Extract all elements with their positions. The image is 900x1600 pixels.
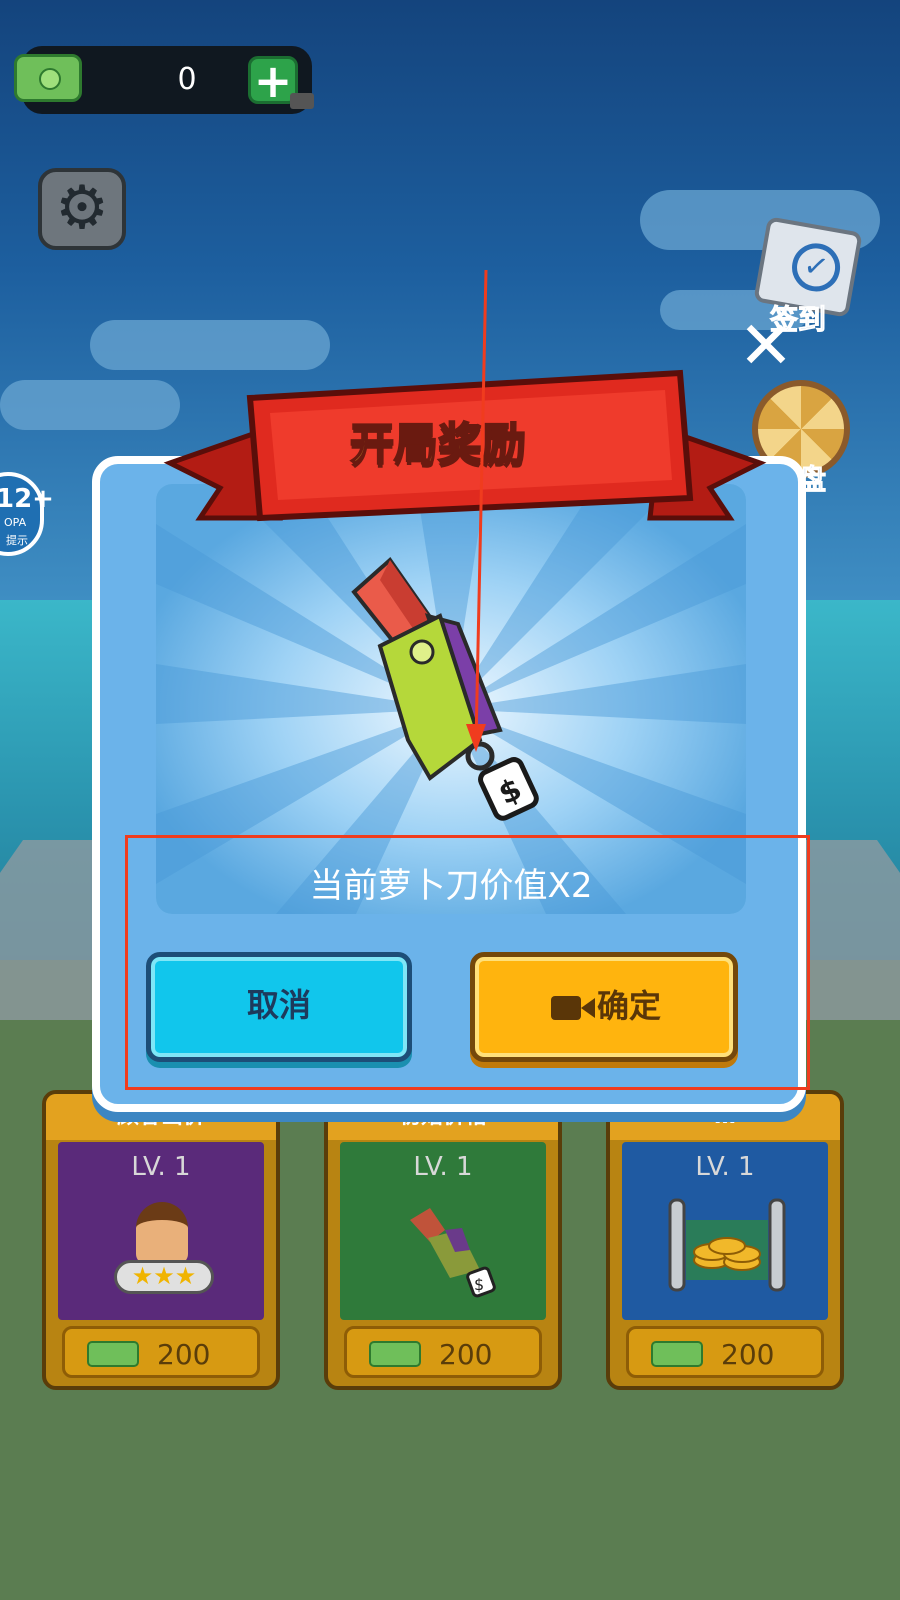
carrot-knife-icon: $	[351, 557, 539, 821]
dialog-title: 开局奖励	[349, 418, 527, 471]
annotation-highlight-box	[125, 835, 810, 1090]
close-dialog-button[interactable]: ✕	[734, 313, 798, 380]
